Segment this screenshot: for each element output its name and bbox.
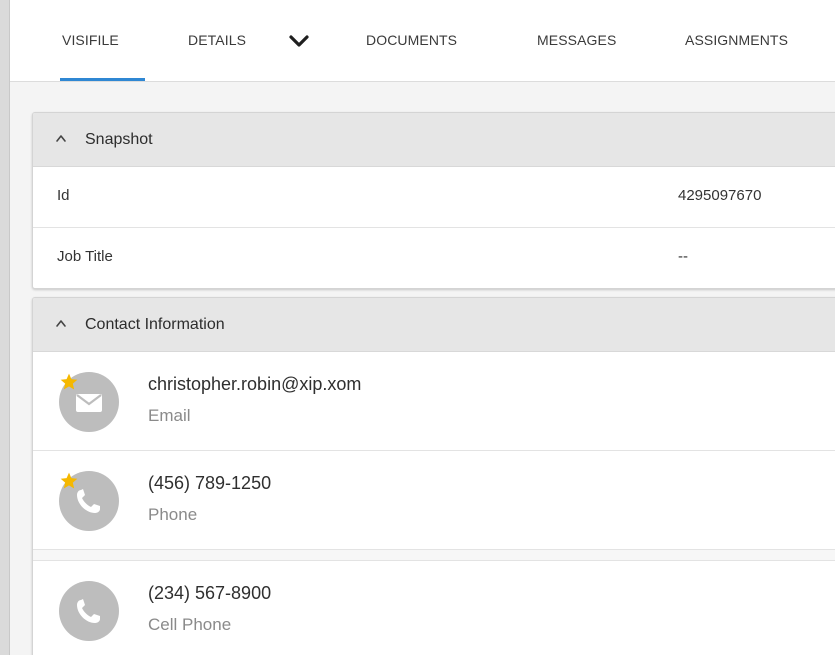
tab-bar: VISIFILE DETAILS DOCUMENTS MESSAGES ASSI… xyxy=(10,0,835,82)
left-rail xyxy=(0,0,10,655)
phone-icon xyxy=(77,599,100,623)
panel-title: Snapshot xyxy=(85,130,153,148)
contact-item-cell-phone[interactable]: (234) 567-8900 Cell Phone xyxy=(33,561,835,655)
tab-label: ASSIGNMENTS xyxy=(685,32,789,48)
contact-value: christopher.robin@xip.xom xyxy=(148,374,362,394)
contact-panel: Contact Information christopher.robin@xi… xyxy=(32,297,835,655)
page: VISIFILE DETAILS DOCUMENTS MESSAGES ASSI… xyxy=(0,0,835,655)
contact-header[interactable]: Contact Information xyxy=(33,298,835,352)
snapshot-panel: Snapshot Id 4295097670 Job Title -- xyxy=(32,112,835,289)
contact-type: Cell Phone xyxy=(148,615,232,634)
chevron-down-icon[interactable] xyxy=(288,34,310,48)
tab-messages[interactable]: MESSAGES xyxy=(537,0,616,80)
snapshot-header[interactable]: Snapshot xyxy=(33,113,835,167)
panel-title: Contact Information xyxy=(85,315,225,333)
contact-item-email[interactable]: christopher.robin@xip.xom Email xyxy=(33,352,835,451)
contact-type: Phone xyxy=(148,505,198,524)
tab-label: DETAILS xyxy=(188,32,247,48)
field-value: -- xyxy=(678,248,688,265)
field-value: 4295097670 xyxy=(678,187,762,204)
tab-label: VISIFILE xyxy=(62,32,119,48)
chevron-up-icon xyxy=(56,135,66,142)
contact-type: Email xyxy=(148,406,191,425)
contact-avatar xyxy=(59,372,119,432)
contact-value: (234) 567-8900 xyxy=(148,583,272,603)
field-label: Job Title xyxy=(57,248,113,265)
tab-details[interactable]: DETAILS xyxy=(188,0,246,80)
contact-item-phone[interactable]: (456) 789-1250 Phone xyxy=(33,451,835,550)
snapshot-row-job-title: Job Title -- xyxy=(33,228,835,288)
tab-assignments[interactable]: ASSIGNMENTS xyxy=(685,0,788,80)
record-content: VISIFILE DETAILS DOCUMENTS MESSAGES ASSI… xyxy=(10,0,835,655)
tab-label: DOCUMENTS xyxy=(366,32,458,48)
contact-avatar xyxy=(59,471,119,531)
star-icon xyxy=(60,373,78,390)
contact-avatar xyxy=(59,581,119,641)
chevron-up-icon xyxy=(56,320,66,327)
field-label: Id xyxy=(57,187,70,204)
contact-value: (456) 789-1250 xyxy=(148,473,272,493)
snapshot-row-id: Id 4295097670 xyxy=(33,167,835,228)
tab-visifile[interactable]: VISIFILE xyxy=(60,0,145,81)
divider xyxy=(33,550,835,561)
star-icon xyxy=(60,472,78,489)
tab-documents[interactable]: DOCUMENTS xyxy=(366,0,457,80)
tab-label: MESSAGES xyxy=(537,32,617,48)
